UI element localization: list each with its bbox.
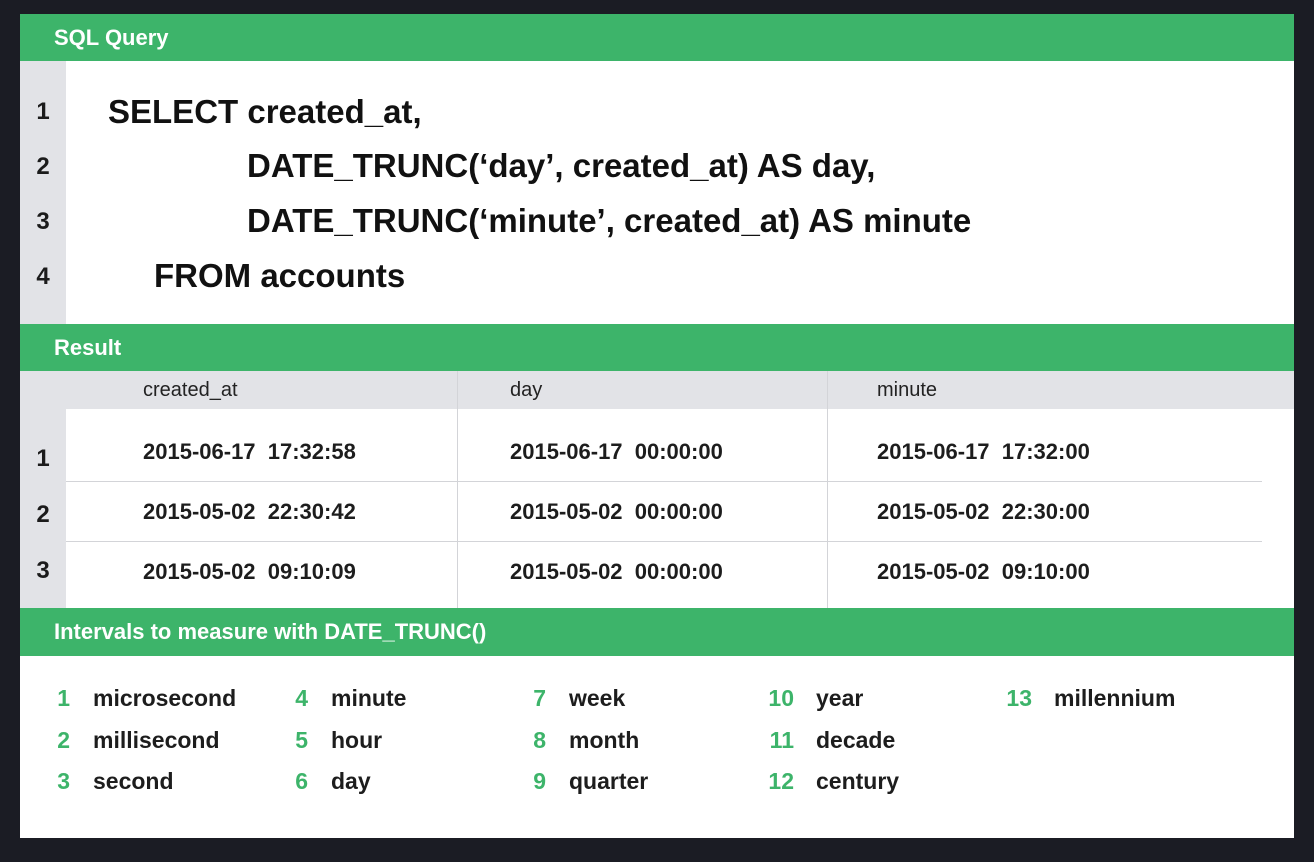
- row-divider: [66, 481, 1262, 482]
- table-cell: 2015-06-17 00:00:00: [510, 439, 723, 464]
- result-title: Result: [54, 334, 122, 360]
- intervals-header: Intervals to measure with DATE_TRUNC(): [20, 608, 1294, 656]
- sql-query-title: SQL Query: [54, 24, 169, 50]
- result-row-number: 3: [36, 557, 50, 584]
- interval-item: 8 month: [526, 726, 639, 754]
- table-cell: 2015-06-17 17:32:58: [143, 439, 356, 464]
- sql-line-number: 4: [36, 263, 50, 290]
- interval-item: 9 quarter: [526, 767, 648, 795]
- column-header-minute: minute: [877, 379, 938, 401]
- interval-item: 2 millisecond: [50, 726, 220, 754]
- table-cell: 2015-05-02 22:30:42: [143, 499, 356, 524]
- sql-line-number: 2: [36, 153, 50, 180]
- interval-label: month: [569, 727, 640, 753]
- result-row-number: 2: [36, 501, 50, 528]
- interval-number: 3: [57, 768, 70, 794]
- interval-item: 6 day: [288, 767, 371, 795]
- interval-label: millennium: [1054, 685, 1176, 711]
- interval-label: decade: [816, 727, 896, 753]
- interval-item: 3 second: [50, 767, 174, 795]
- interval-number: 5: [295, 727, 308, 753]
- column-divider: [457, 371, 458, 608]
- sql-query-header: SQL Query: [20, 14, 1294, 61]
- interval-label: second: [93, 768, 174, 794]
- table-cell: 2015-05-02 00:00:00: [510, 559, 723, 584]
- table-cell: 2015-06-17 17:32:00: [877, 439, 1090, 464]
- interval-item: 1 microsecond: [50, 684, 236, 712]
- interval-label: microsecond: [93, 685, 237, 711]
- interval-label: century: [816, 768, 900, 794]
- interval-number: 8: [533, 727, 546, 753]
- sql-code-line: SELECT created_at,: [108, 93, 422, 130]
- sql-line-number: 3: [36, 208, 50, 235]
- table-cell: 2015-05-02 09:10:00: [877, 559, 1090, 584]
- interval-item: 5 hour: [288, 726, 382, 754]
- interval-item: 13 millennium: [1000, 684, 1175, 712]
- result-row-number: 1: [36, 445, 50, 472]
- interval-number: 12: [768, 768, 794, 794]
- table-cell: 2015-05-02 22:30:00: [877, 499, 1090, 524]
- table-cell: 2015-05-02 09:10:09: [143, 559, 356, 584]
- interval-item: 4 minute: [288, 684, 406, 712]
- interval-number: 9: [533, 768, 546, 794]
- interval-label: week: [569, 685, 626, 711]
- interval-number: 2: [57, 727, 70, 753]
- intervals-title: Intervals to measure with DATE_TRUNC(): [54, 619, 487, 644]
- interval-number: 1: [57, 685, 70, 711]
- sql-code-line: DATE_TRUNC(‘minute’, created_at) AS minu…: [247, 202, 972, 239]
- interval-number: 4: [295, 685, 308, 711]
- interval-number: 6: [295, 768, 308, 794]
- column-header-day: day: [510, 379, 543, 401]
- interval-label: quarter: [569, 768, 649, 794]
- interval-number: 13: [1006, 685, 1032, 711]
- interval-label: year: [816, 685, 864, 711]
- interval-number: 11: [769, 727, 794, 753]
- result-header: Result: [20, 324, 1294, 371]
- interval-number: 7: [533, 685, 546, 711]
- column-header-created-at: created_at: [143, 379, 238, 401]
- interval-item: 11 decade: [762, 726, 896, 754]
- table-cell: 2015-05-02 00:00:00: [510, 499, 723, 524]
- interval-item: 10 year: [762, 684, 863, 712]
- interval-number: 10: [768, 685, 794, 711]
- row-divider: [66, 541, 1262, 542]
- interval-item: 12 century: [762, 767, 899, 795]
- result-column-header-row: [66, 371, 1294, 409]
- interval-label: minute: [331, 685, 407, 711]
- sql-code-line: FROM accounts: [154, 257, 406, 294]
- sql-code-line: DATE_TRUNC(‘day’, created_at) AS day,: [247, 147, 876, 184]
- interval-label: day: [331, 768, 371, 794]
- sql-line-number: 1: [36, 98, 50, 125]
- date-trunc-card: SQL Query 1 2 3 4 SELECT created_at, DAT…: [20, 14, 1294, 838]
- column-divider: [827, 371, 828, 608]
- interval-item: 7 week: [526, 684, 625, 712]
- interval-label: millisecond: [93, 727, 220, 753]
- interval-label: hour: [331, 727, 383, 753]
